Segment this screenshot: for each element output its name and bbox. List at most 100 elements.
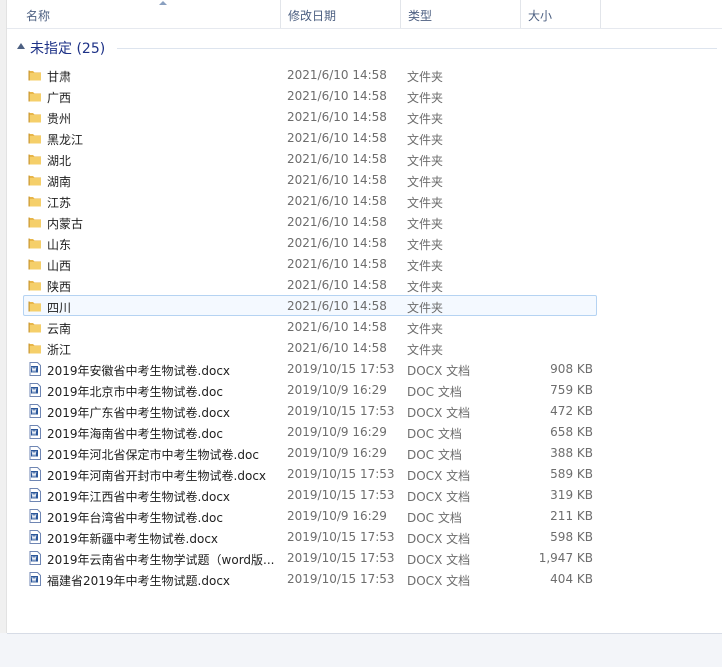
folder-icon: [28, 257, 42, 271]
file-name: 四川: [47, 301, 72, 315]
file-name: 陕西: [47, 280, 72, 294]
file-type: 文件夹: [407, 133, 444, 147]
folder-icon: [28, 131, 42, 145]
file-date: 2021/6/10 14:58: [287, 68, 387, 82]
file-size: 472 KB: [550, 404, 593, 418]
folder-icon: [28, 194, 42, 208]
folder-icon: [28, 341, 42, 355]
file-name: 2019年广东省中考生物试卷.docx: [47, 406, 231, 420]
file-row[interactable]: 陕西 2021/6/10 14:58 文件夹: [23, 274, 597, 295]
file-date: 2019/10/9 16:29: [287, 383, 387, 397]
file-row[interactable]: 浙江 2021/6/10 14:58 文件夹: [23, 337, 597, 358]
file-size: 404 KB: [550, 572, 593, 586]
file-date: 2019/10/9 16:29: [287, 425, 387, 439]
file-type: 文件夹: [407, 175, 444, 189]
file-name: 2019年台湾省中考生物试卷.doc: [47, 511, 223, 525]
file-date: 2021/6/10 14:58: [287, 152, 387, 166]
file-type: DOC 文档: [407, 448, 462, 462]
file-date: 2021/6/10 14:58: [287, 236, 387, 250]
file-row[interactable]: 四川 2021/6/10 14:58 文件夹: [23, 295, 597, 316]
file-row[interactable]: 2019年安徽省中考生物试卷.docx 2019/10/15 17:53 DOCX …: [23, 358, 597, 379]
column-header-type[interactable]: 类型: [401, 0, 521, 28]
word-doc-icon: [28, 362, 42, 376]
file-row[interactable]: 江苏 2021/6/10 14:58 文件夹: [23, 190, 597, 211]
file-date: 2019/10/15 17:53: [287, 467, 395, 481]
file-row[interactable]: 2019年河北省保定市中考生物试卷.doc 2019/10/9 16:29 DOC …: [23, 442, 597, 463]
file-type: DOC 文档: [407, 385, 462, 399]
group-header[interactable]: 未指定 (25): [7, 36, 722, 58]
file-name: 贵州: [47, 112, 72, 126]
file-date: 2019/10/15 17:53: [287, 551, 395, 565]
file-size: 908 KB: [550, 362, 593, 376]
file-row[interactable]: 山西 2021/6/10 14:58 文件夹: [23, 253, 597, 274]
column-header-date[interactable]: 修改日期: [281, 0, 401, 28]
file-type: DOCX 文档: [407, 364, 471, 378]
file-row[interactable]: 广西 2021/6/10 14:58 文件夹: [23, 85, 597, 106]
file-type: 文件夹: [407, 217, 444, 231]
file-type: 文件夹: [407, 112, 444, 126]
file-row[interactable]: 2019年北京市中考生物试卷.doc 2019/10/9 16:29 DOC 文档 7…: [23, 379, 597, 400]
column-header-name[interactable]: 名称: [19, 0, 281, 28]
file-row[interactable]: 2019年台湾省中考生物试卷.doc 2019/10/9 16:29 DOC 文档 2…: [23, 505, 597, 526]
file-name: 2019年海南省中考生物试卷.doc: [47, 427, 223, 441]
file-type: DOCX 文档: [407, 574, 471, 588]
file-row[interactable]: 2019年新疆中考生物试卷.docx 2019/10/15 17:53 DOCX 文…: [23, 526, 597, 547]
file-date: 2021/6/10 14:58: [287, 299, 387, 313]
file-name: 福建省2019年中考生物试题.docx: [47, 574, 231, 588]
left-edge-scrollbar[interactable]: [0, 0, 7, 633]
file-name: 甘肃: [47, 70, 72, 84]
file-row[interactable]: 内蒙古 2021/6/10 14:58 文件夹: [23, 211, 597, 232]
word-doc-icon: [28, 509, 42, 523]
folder-icon: [28, 320, 42, 334]
file-type: 文件夹: [407, 343, 444, 357]
file-name: 山东: [47, 238, 72, 252]
file-date: 2021/6/10 14:58: [287, 341, 387, 355]
file-name: 2019年江西省中考生物试卷.docx: [47, 490, 231, 504]
file-date: 2021/6/10 14:58: [287, 320, 387, 334]
file-row[interactable]: 黑龙江 2021/6/10 14:58 文件夹: [23, 127, 597, 148]
group-divider: [117, 48, 717, 49]
file-type: 文件夹: [407, 154, 444, 168]
file-row[interactable]: 2019年海南省中考生物试卷.doc 2019/10/9 16:29 DOC 文档 6…: [23, 421, 597, 442]
file-size: 319 KB: [550, 488, 593, 502]
column-header-size-label: 大小: [528, 9, 553, 23]
file-type: 文件夹: [407, 238, 444, 252]
column-header-size[interactable]: 大小: [521, 0, 601, 28]
folder-icon: [28, 173, 42, 187]
folder-icon: [28, 215, 42, 229]
word-doc-icon: [28, 488, 42, 502]
file-row[interactable]: 福建省2019年中考生物试题.docx 2019/10/15 17:53 DOCX …: [23, 568, 597, 589]
folder-icon: [28, 110, 42, 124]
file-name: 黑龙江: [47, 133, 84, 147]
file-row[interactable]: 云南 2021/6/10 14:58 文件夹: [23, 316, 597, 337]
word-doc-icon: [28, 425, 42, 439]
file-type: DOCX 文档: [407, 490, 471, 504]
file-row[interactable]: 2019年云南省中考生物学试题（word版... 2019/10/15 17:53…: [23, 547, 597, 568]
file-row[interactable]: 山东 2021/6/10 14:58 文件夹: [23, 232, 597, 253]
file-row[interactable]: 2019年广东省中考生物试卷.docx 2019/10/15 17:53 DOCX …: [23, 400, 597, 421]
file-date: 2019/10/15 17:53: [287, 362, 395, 376]
group-label: 未指定 (25): [30, 41, 106, 57]
file-date: 2021/6/10 14:58: [287, 278, 387, 292]
file-row[interactable]: 湖南 2021/6/10 14:58 文件夹: [23, 169, 597, 190]
file-size: 658 KB: [550, 425, 593, 439]
file-row[interactable]: 2019年江西省中考生物试卷.docx 2019/10/15 17:53 DOCX …: [23, 484, 597, 505]
file-row[interactable]: 贵州 2021/6/10 14:58 文件夹: [23, 106, 597, 127]
file-size: 1,947 KB: [538, 551, 593, 565]
folder-icon: [28, 236, 42, 250]
file-type: 文件夹: [407, 280, 444, 294]
file-name: 湖南: [47, 175, 72, 189]
file-row[interactable]: 甘肃 2021/6/10 14:58 文件夹: [23, 64, 597, 85]
file-row[interactable]: 湖北 2021/6/10 14:58 文件夹: [23, 148, 597, 169]
file-name: 内蒙古: [47, 217, 84, 231]
word-doc-icon: [28, 551, 42, 565]
file-type: 文件夹: [407, 196, 444, 210]
word-doc-icon: [28, 383, 42, 397]
file-row[interactable]: 2019年河南省开封市中考生物试卷.docx 2019/10/15 17:53 DO…: [23, 463, 597, 484]
chevron-up-icon[interactable]: [17, 43, 25, 49]
file-name: 2019年河南省开封市中考生物试卷.docx: [47, 469, 267, 483]
folder-icon: [28, 89, 42, 103]
file-date: 2019/10/9 16:29: [287, 446, 387, 460]
file-type: DOCX 文档: [407, 532, 471, 546]
file-date: 2019/10/15 17:53: [287, 572, 395, 586]
